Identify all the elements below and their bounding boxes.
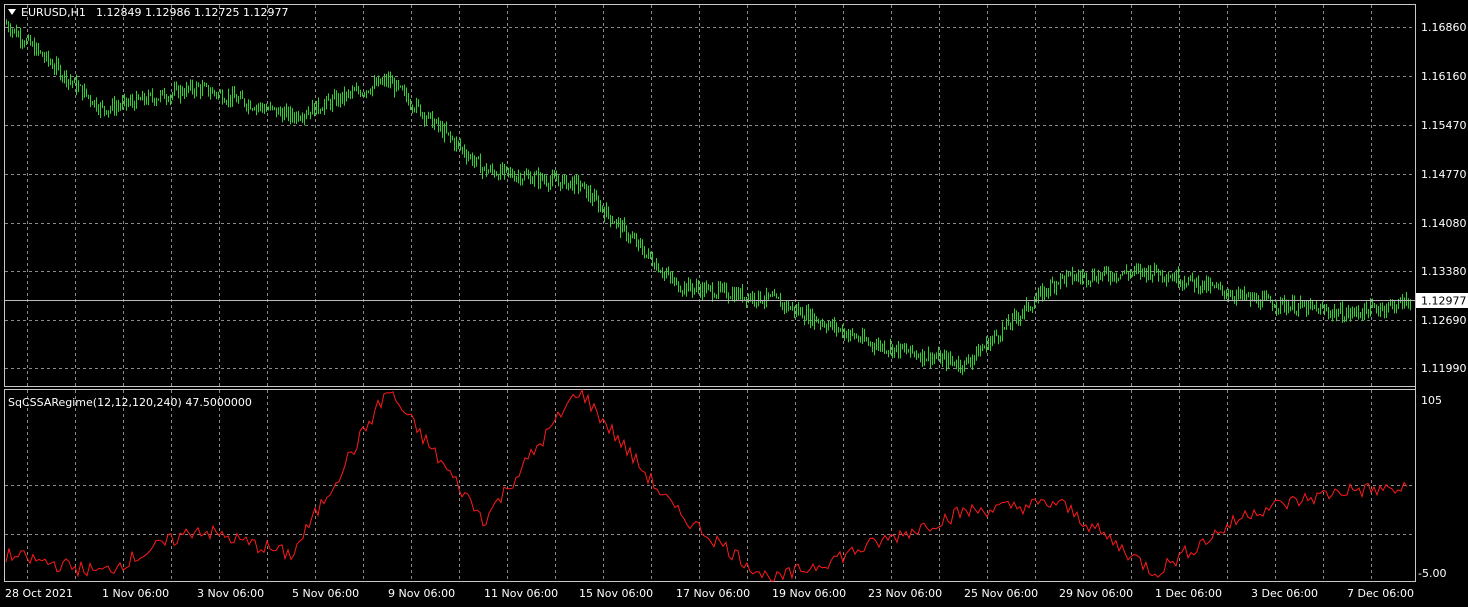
time-label: 25 Nov 06:00 (964, 587, 1038, 600)
indicator-scale-top: 105 (1421, 394, 1442, 407)
time-label: 7 Dec 06:00 (1347, 587, 1414, 600)
price-tick: 1.13380 (1421, 265, 1467, 278)
main-pane-frame (4, 4, 1416, 387)
price-tick: 1.12690 (1421, 314, 1467, 327)
time-label: 11 Nov 06:00 (484, 587, 558, 600)
time-label: 3 Nov 06:00 (197, 587, 264, 600)
chart-canvas[interactable]: 1.12977 1.16860 1.16160 1.15470 1.14770 … (0, 0, 1468, 607)
time-label: 17 Nov 06:00 (676, 587, 750, 600)
indicator-name: SqCSSARegime(12,12,120,240) 47.5000000 (8, 396, 252, 409)
time-axis[interactable]: 28 Oct 2021 1 Nov 06:00 3 Nov 06:00 5 No… (5, 587, 1414, 600)
triangle-down-icon[interactable] (8, 9, 16, 15)
time-label: 1 Dec 06:00 (1155, 587, 1222, 600)
price-tick: 1.16160 (1421, 70, 1467, 83)
time-label: 23 Nov 06:00 (868, 587, 942, 600)
price-tick: 1.11990 (1421, 362, 1467, 375)
indicator-scale[interactable]: 105 -5.00 (1418, 394, 1446, 580)
time-label: 1 Nov 06:00 (102, 587, 169, 600)
price-tick: 1.14770 (1421, 168, 1467, 181)
ohlc-quote: 1.12849 1.12986 1.12725 1.12977 (96, 6, 288, 19)
indicator-scale-bottom: -5.00 (1418, 567, 1446, 580)
grid (5, 5, 1415, 581)
price-bars-series (6, 19, 1411, 376)
time-label: 15 Nov 06:00 (579, 587, 653, 600)
symbol-label: EURUSD,H1 (21, 6, 86, 19)
price-tick: 1.14080 (1421, 217, 1467, 230)
price-scale[interactable]: 1.16860 1.16160 1.15470 1.14770 1.14080 … (1421, 21, 1467, 375)
price-tick: 1.16860 (1421, 21, 1467, 34)
current-price-label: 1.12977 (1421, 295, 1467, 308)
time-label: 29 Nov 06:00 (1059, 587, 1133, 600)
price-tick: 1.15470 (1421, 119, 1467, 132)
mt4-chart-window[interactable]: 1.12977 1.16860 1.16160 1.15470 1.14770 … (0, 0, 1468, 607)
time-label: 28 Oct 2021 (5, 587, 73, 600)
time-label: 9 Nov 06:00 (388, 587, 455, 600)
time-label: 3 Dec 06:00 (1251, 587, 1318, 600)
time-label: 19 Nov 06:00 (772, 587, 846, 600)
time-label: 5 Nov 06:00 (292, 587, 359, 600)
